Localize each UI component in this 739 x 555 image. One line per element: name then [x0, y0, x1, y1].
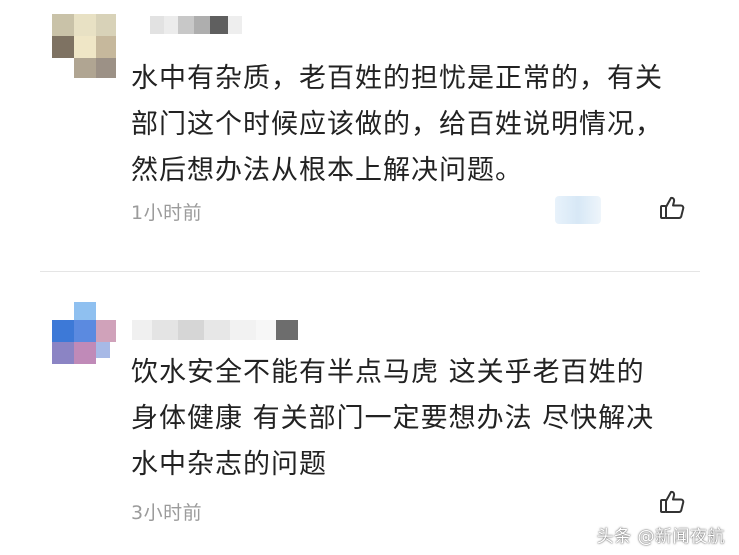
- comment-divider: [40, 271, 700, 272]
- comment-text: 水中有杂质，老百姓的担忧是正常的，有关 部门这个时候应该做的，给百姓说明情况， …: [131, 56, 721, 194]
- comment-line: 水中有杂质，老百姓的担忧是正常的，有关: [131, 63, 663, 94]
- thumbs-up-icon[interactable]: [658, 194, 686, 222]
- blurred-reply-tag: [555, 196, 601, 224]
- thumbs-up-icon[interactable]: [658, 488, 686, 516]
- watermark-text: 头条 @新闻夜航: [596, 527, 725, 547]
- avatar[interactable]: [52, 14, 116, 78]
- comment-line: 水中杂志的问题: [131, 449, 327, 480]
- username[interactable]: [132, 320, 298, 342]
- comment-item: 水中有杂质，老百姓的担忧是正常的，有关 部门这个时候应该做的，给百姓说明情况， …: [0, 0, 739, 260]
- comment-time: 3小时前: [131, 502, 203, 524]
- comment-line: 部门这个时候应该做的，给百姓说明情况，: [131, 109, 663, 140]
- comment-line: 身体健康 有关部门一定要想办法 尽快解决: [131, 403, 655, 434]
- avatar[interactable]: [52, 302, 116, 366]
- comment-line: 饮水安全不能有半点马虎 这关乎老百姓的: [131, 357, 645, 388]
- comment-time: 1小时前: [131, 202, 203, 224]
- comment-line: 然后想办法从根本上解决问题。: [131, 155, 523, 186]
- comment-item: 饮水安全不能有半点马虎 这关乎老百姓的 身体健康 有关部门一定要想办法 尽快解决…: [0, 280, 739, 555]
- comment-text: 饮水安全不能有半点马虎 这关乎老百姓的 身体健康 有关部门一定要想办法 尽快解决…: [131, 350, 721, 488]
- username[interactable]: [150, 16, 242, 38]
